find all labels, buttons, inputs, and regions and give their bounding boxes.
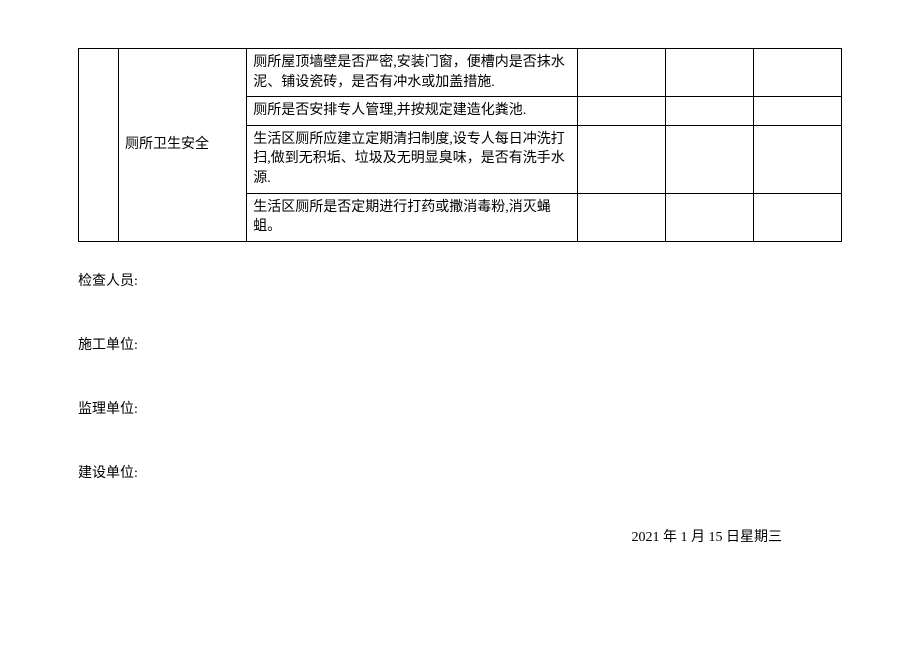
supervision-label: 监理单位: [78, 398, 842, 418]
cell-description: 生活区厕所是否定期进行打药或撒消毒粉,消灭蝇蛆。 [247, 193, 577, 241]
cell-description: 厕所屋顶墙壁是否严密,安装门窗，便槽内是否抹水泥、铺设瓷砖，是否有冲水或加盖措施… [247, 49, 577, 97]
owner-label: 建设单位: [78, 462, 842, 482]
cell-description: 生活区厕所应建立定期清扫制度,设专人每日冲洗打扫,做到无积垢、垃圾及无明显臭味，… [247, 125, 577, 193]
construction-label: 施工单位: [78, 334, 842, 354]
cell-empty [753, 193, 841, 241]
cell-description: 厕所是否安排专人管理,并按规定建造化粪池. [247, 97, 577, 126]
cell-empty [577, 193, 665, 241]
cell-empty [577, 125, 665, 193]
inspector-label: 检查人员: [78, 270, 842, 290]
cell-empty [753, 97, 841, 126]
cell-empty [753, 125, 841, 193]
cell-empty [665, 49, 753, 97]
cell-empty [753, 49, 841, 97]
cell-index [79, 49, 119, 242]
cell-empty [665, 125, 753, 193]
cell-category: 厕所卫生安全 [119, 49, 247, 242]
table-row: 厕所卫生安全 厕所屋顶墙壁是否严密,安装门窗，便槽内是否抹水泥、铺设瓷砖，是否有… [79, 49, 842, 97]
date-text: 2021 年 1 月 15 日星期三 [78, 526, 842, 546]
cell-empty [577, 49, 665, 97]
cell-empty [665, 193, 753, 241]
cell-empty [665, 97, 753, 126]
signature-section: 检查人员: 施工单位: 监理单位: 建设单位: [78, 270, 842, 482]
cell-empty [577, 97, 665, 126]
inspection-table: 厕所卫生安全 厕所屋顶墙壁是否严密,安装门窗，便槽内是否抹水泥、铺设瓷砖，是否有… [78, 48, 842, 242]
